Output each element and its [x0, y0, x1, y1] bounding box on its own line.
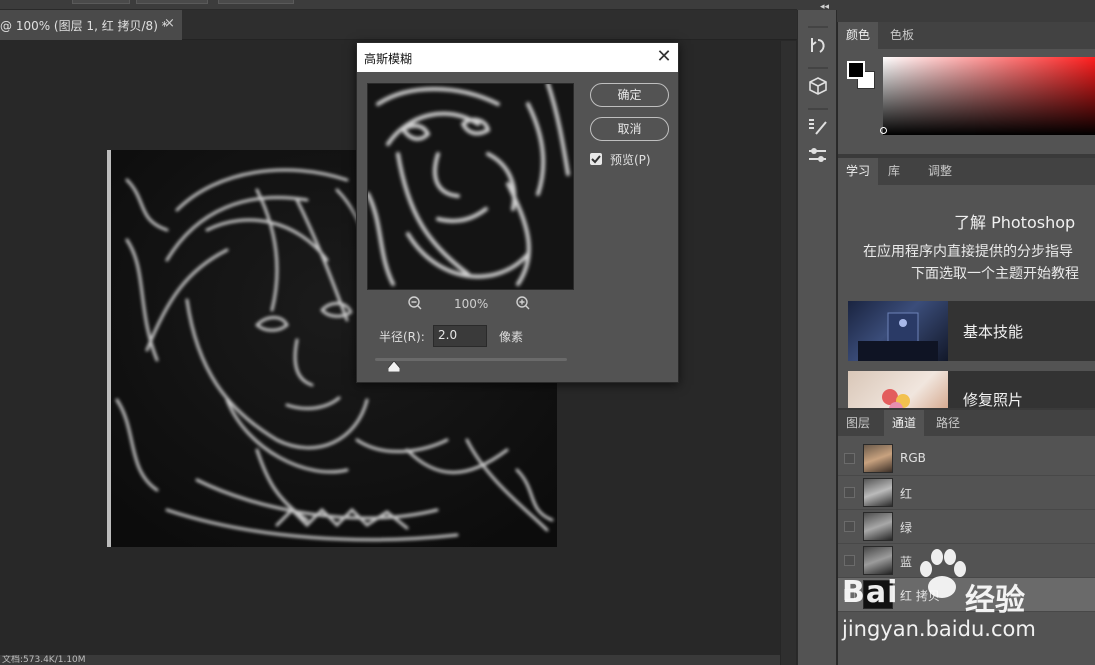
radius-slider-thumb[interactable] — [387, 360, 401, 375]
channel-label: 红 拷贝 — [900, 589, 940, 603]
vertical-scrollbar[interactable] — [780, 41, 796, 665]
radius-input[interactable]: 2.0 — [433, 325, 487, 347]
channel-thumbnail — [863, 512, 893, 541]
status-bar: 文档:573.4K/1.10M — [0, 655, 780, 665]
zoom-level: 100% — [454, 297, 489, 311]
radius-slider-track[interactable] — [375, 358, 567, 361]
channel-thumbnail — [863, 546, 893, 575]
document-tab[interactable]: @ 100% (图层 1, 红 拷贝/8) * × — [0, 10, 182, 40]
foreground-color-swatch[interactable] — [847, 61, 865, 79]
gaussian-blur-dialog: 高斯模糊 ✕ 确定 取消 预览(P) 100% 半径(R): 2.0 像素 — [356, 42, 679, 383]
options-button[interactable] — [72, 0, 130, 4]
channel-row-red[interactable]: 红 — [838, 476, 1095, 510]
options-button[interactable] — [218, 0, 294, 4]
color-panel-tabs: 颜色 色板 — [838, 22, 1095, 49]
tab-learn[interactable]: 学习 — [838, 158, 879, 185]
card-thumbnail — [848, 301, 948, 361]
tab-paths[interactable]: 路径 — [928, 410, 968, 436]
learn-description-line2: 下面选取一个主题开始教程 — [911, 266, 1079, 282]
close-tab-icon[interactable]: × — [164, 16, 175, 31]
ok-button[interactable]: 确定 — [590, 83, 669, 107]
card-label: 基本技能 — [963, 323, 1024, 341]
3d-icon[interactable] — [806, 75, 830, 97]
tab-libraries[interactable]: 库 — [880, 158, 908, 185]
channel-thumbnail — [863, 580, 893, 609]
channel-label: 蓝 — [900, 555, 913, 569]
tab-adjustments[interactable]: 调整 — [920, 158, 960, 185]
dialog-title: 高斯模糊 — [357, 43, 678, 72]
eye-icon[interactable] — [844, 453, 855, 464]
unit-label: 像素 — [499, 330, 524, 344]
document-tab-bar: @ 100% (图层 1, 红 拷贝/8) * × — [0, 10, 797, 40]
learn-description-line1: 在应用程序内直接提供的分步指导 — [863, 244, 1073, 260]
channel-row-red-copy[interactable]: 红 拷贝 — [838, 578, 1095, 612]
preview-label: 预览(P) — [610, 153, 651, 167]
eye-icon[interactable] — [844, 589, 855, 600]
eye-icon[interactable] — [844, 487, 855, 498]
color-picker-field[interactable] — [883, 57, 1095, 135]
right-panels: 颜色 色板 学习 库 调整 了解 Photoshop 在应用程序内直接提供的分步… — [838, 22, 1095, 665]
channel-thumbnail — [863, 444, 893, 473]
zoom-in-icon[interactable] — [515, 295, 531, 314]
eye-icon[interactable] — [844, 521, 855, 532]
document-info: 文档:573.4K/1.10M — [2, 655, 86, 665]
tab-channels[interactable]: 通道 — [884, 410, 925, 436]
panel-icon-column — [797, 10, 837, 665]
blur-preview[interactable] — [367, 83, 574, 290]
preview-checkbox[interactable] — [590, 153, 602, 165]
document-tab-title: @ 100% (图层 1, 红 拷贝/8) * — [0, 19, 168, 33]
card-label: 修复照片 — [963, 391, 1024, 408]
radius-label: 半径(R): — [379, 330, 425, 344]
tab-color[interactable]: 颜色 — [838, 22, 879, 49]
channel-thumbnail — [863, 478, 893, 507]
channel-label: 红 — [900, 487, 913, 501]
learn-card-basic-skills[interactable]: 基本技能 — [848, 301, 1095, 361]
channel-row-green[interactable]: 绿 — [838, 510, 1095, 544]
channel-label: 绿 — [900, 521, 913, 535]
tab-layers[interactable]: 图层 — [838, 410, 878, 436]
card-thumbnail — [848, 371, 948, 408]
learn-panel-tabs: 学习 库 调整 — [838, 158, 1095, 185]
learn-card-fix-photos[interactable]: 修复照片 — [848, 371, 1095, 408]
properties-icon[interactable] — [806, 144, 830, 166]
channel-row-rgb[interactable]: RGB — [838, 442, 1095, 476]
options-button[interactable] — [136, 0, 208, 4]
eye-icon[interactable] — [844, 555, 855, 566]
brush-settings-icon[interactable] — [806, 116, 830, 138]
zoom-out-icon[interactable] — [407, 295, 423, 314]
layers-panel-tabs: 图层 通道 路径 — [838, 410, 1095, 436]
tab-swatches[interactable]: 色板 — [882, 22, 922, 49]
cancel-button[interactable]: 取消 — [590, 117, 669, 141]
channel-row-blue[interactable]: 蓝 — [838, 544, 1095, 578]
panel-dock-header: ◂◂ — [797, 0, 1095, 22]
learn-heading: 了解 Photoshop — [954, 213, 1076, 232]
color-picker-cursor[interactable] — [880, 127, 887, 134]
options-bar — [0, 0, 797, 10]
channel-label: RGB — [900, 451, 926, 465]
close-icon[interactable]: ✕ — [653, 46, 675, 68]
history-icon[interactable] — [806, 34, 830, 56]
